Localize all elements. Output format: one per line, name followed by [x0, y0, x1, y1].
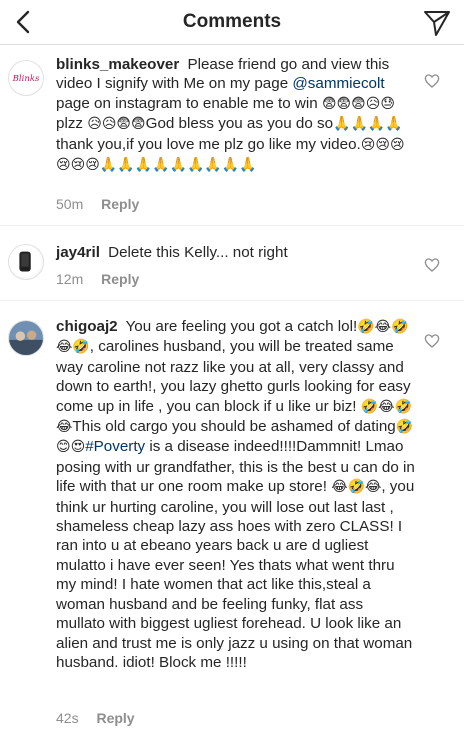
- avatar[interactable]: [8, 320, 44, 356]
- comment-meta: 42s Reply: [56, 710, 135, 726]
- hashtag-link[interactable]: #Poverty: [85, 438, 145, 455]
- reply-button[interactable]: Reply: [101, 271, 139, 287]
- comment-text: jay4ril Delete this Kelly... not right: [56, 243, 416, 262]
- comment-time: 12m: [56, 271, 84, 287]
- comment-text-part: plzz: [56, 115, 88, 133]
- mention-link[interactable]: @sammiecolt: [292, 75, 384, 92]
- comments-header: Comments: [0, 0, 464, 45]
- comment-text-part: page on instagram to enable me to win: [56, 94, 322, 112]
- comment-text-part: You are feeling you got a catch lol!: [121, 318, 358, 335]
- page-title: Comments: [182, 11, 282, 32]
- heart-icon[interactable]: [424, 257, 440, 273]
- heart-icon[interactable]: [424, 333, 440, 349]
- comment-text: blinks_makeover Please friend go and vie…: [56, 55, 416, 175]
- emoji-group: 🙏🙏🙏🙏: [333, 116, 403, 133]
- comment-meta: 50m Reply: [56, 196, 139, 212]
- divider: [0, 225, 464, 226]
- user-photo-icon: [9, 245, 42, 278]
- comment-text-part: This old cargo you should be ashamed of …: [72, 418, 396, 436]
- avatar[interactable]: [8, 244, 44, 280]
- reply-button[interactable]: Reply: [101, 196, 139, 212]
- comment-text-part: God bless you as you do so: [145, 115, 334, 133]
- comment-time: 42s: [56, 710, 79, 726]
- comment-text-part: thank you,if you love me plz go like my …: [56, 135, 361, 153]
- user-photo-icon: [9, 321, 43, 355]
- comment-username[interactable]: blinks_makeover: [56, 56, 179, 73]
- comment-text: chigoaj2 You are feeling you got a catch…: [56, 317, 416, 672]
- comment-text-part: , carolines husband, you will be treated…: [56, 338, 411, 415]
- comment-username[interactable]: jay4ril: [56, 244, 100, 261]
- avatar[interactable]: Blinks: [8, 60, 44, 96]
- emoji-group: 😂🤣😂: [331, 479, 382, 496]
- comment-username[interactable]: chigoaj2: [56, 318, 118, 335]
- heart-icon[interactable]: [424, 73, 440, 89]
- reply-button[interactable]: Reply: [96, 710, 134, 726]
- divider: [0, 300, 464, 301]
- avatar-logo-text: Blinks: [12, 74, 40, 84]
- paper-plane-icon[interactable]: [420, 5, 454, 39]
- blinks-logo-icon: Blinks: [12, 74, 40, 84]
- comment-time: 50m: [56, 196, 84, 212]
- emoji-group: 😨😨😨😥😓: [321, 95, 395, 112]
- comment-text-part: , you think ur hurting caroline, you wil…: [56, 478, 415, 671]
- emoji-group: 😥😥😨😨: [87, 116, 146, 133]
- comment-meta: 12m Reply: [56, 271, 139, 287]
- comment-text-part: Delete this Kelly... not right: [103, 244, 288, 261]
